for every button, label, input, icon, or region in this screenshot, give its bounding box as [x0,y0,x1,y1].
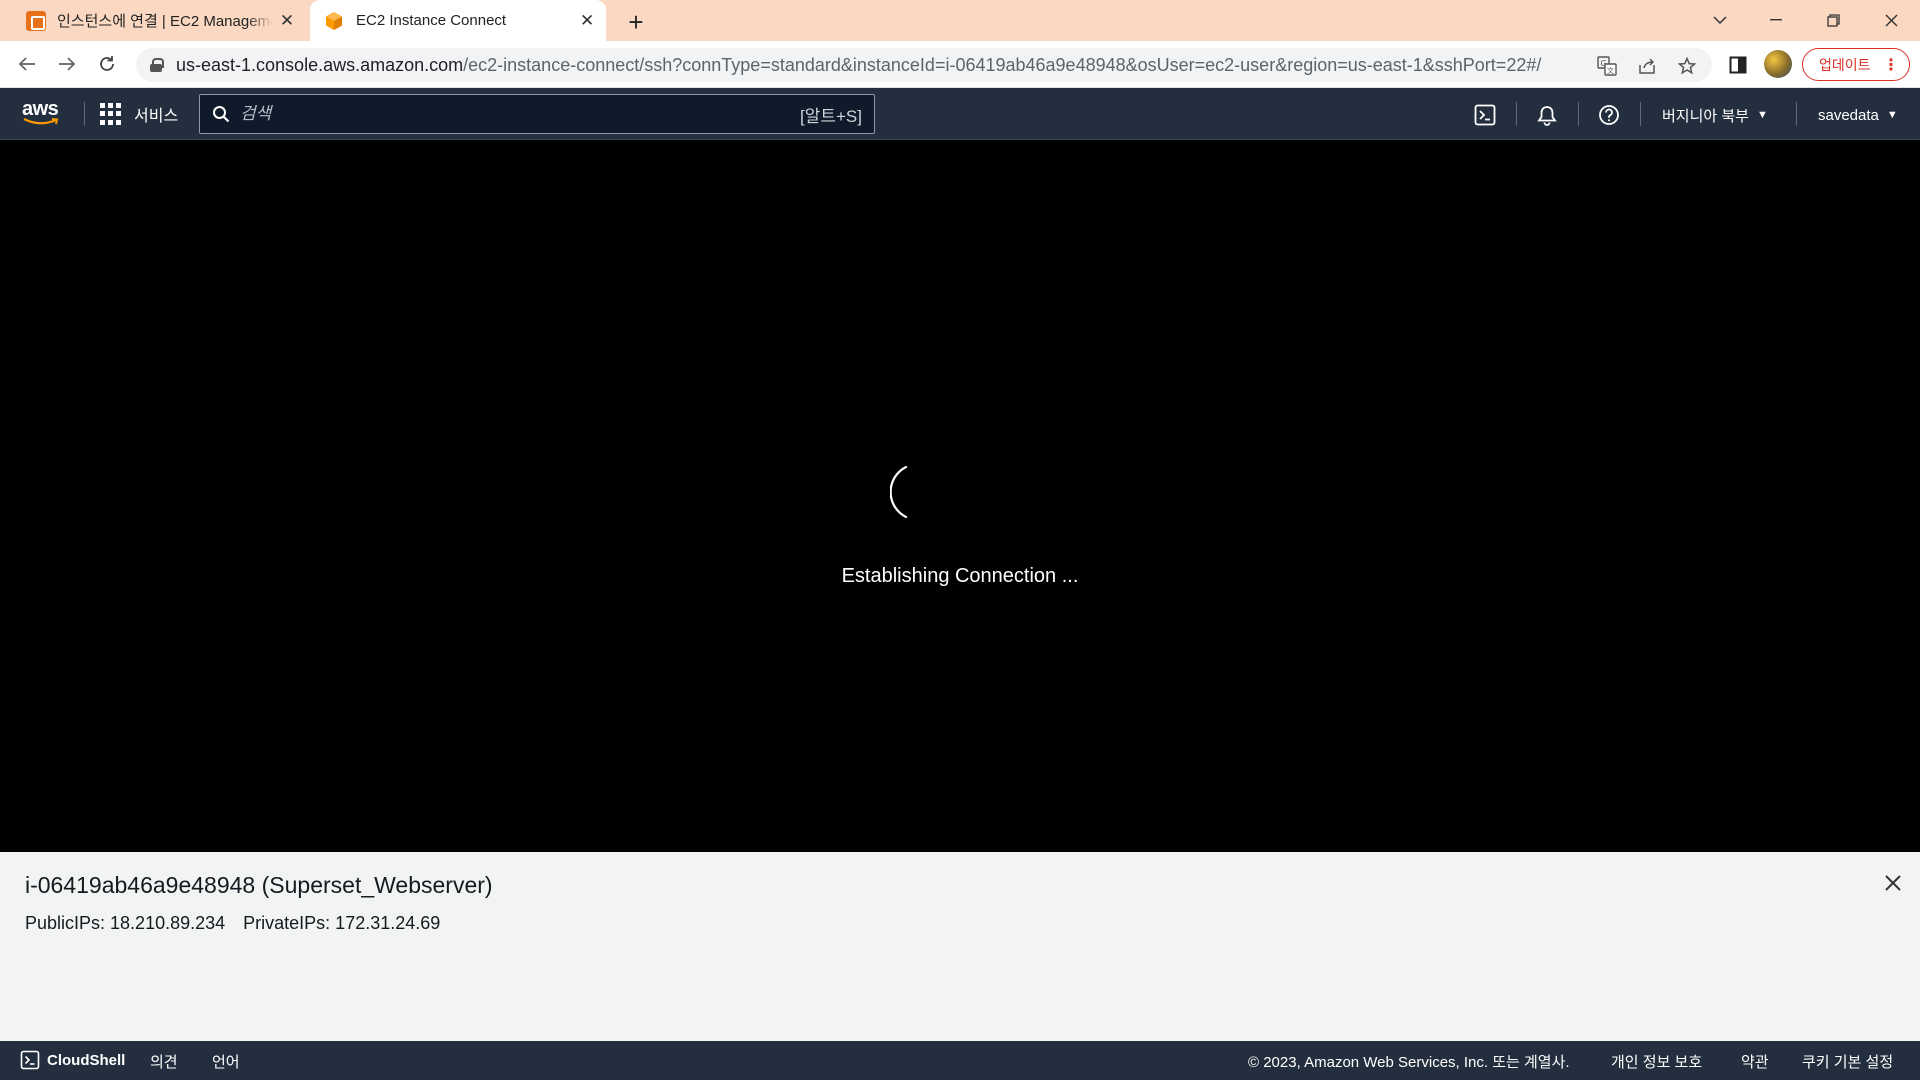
connection-status-text: Establishing Connection ... [841,565,1079,587]
search-input[interactable] [240,104,780,124]
notifications-bell-icon[interactable] [1534,102,1560,128]
side-panel-icon[interactable] [1725,52,1751,78]
cookie-preferences-link[interactable]: 쿠키 기본 설정 [1802,1051,1893,1072]
app-grid-icon [100,103,122,125]
caret-down-icon: ▼ [1886,109,1898,121]
ec2-favicon-icon [26,10,46,31]
help-icon[interactable] [1596,102,1622,128]
browser-tab-strip: 인스턴스에 연결 | EC2 Management Console ✕ EC2 … [0,0,1920,41]
caret-down-icon: ▼ [1756,109,1768,121]
private-ips: PrivateIPs: 172.31.24.69 [243,913,441,933]
url-text: us-east-1.console.aws.amazon.com/ec2-ins… [176,54,1542,75]
cloudshell-icon[interactable] [1472,102,1498,128]
services-menu[interactable]: 서비스 [100,100,178,128]
copyright-text: © 2023, Amazon Web Services, Inc. 또는 계열사… [1248,1054,1570,1071]
header-divider [1578,102,1579,126]
instance-ip-row: PublicIPs: 18.210.89.234 PrivateIPs: 172… [25,913,440,934]
browser-toolbar: us-east-1.console.aws.amazon.com/ec2-ins… [0,41,1920,88]
region-selector[interactable]: 버지니아 북부 ▼ [1662,102,1768,128]
account-menu[interactable]: savedata ▼ [1818,102,1898,128]
browser-tab-instance-connect[interactable]: EC2 Instance Connect ✕ [310,0,606,41]
loading-spinner-icon [890,465,908,519]
header-divider [1516,102,1517,126]
share-icon[interactable] [1636,55,1658,77]
aws-console-header: aws 서비스 [알트+S] 버지니아 북부 ▼ savedata [0,88,1920,140]
close-tab-icon[interactable]: ✕ [576,10,598,32]
cube-favicon-icon [326,11,342,30]
aws-smile-icon [23,118,59,125]
aws-logo[interactable]: aws [22,98,64,128]
svg-text:文: 文 [1607,66,1614,75]
privacy-link[interactable]: 개인 정보 보호 [1611,1051,1702,1072]
terminal-area[interactable]: Establishing Connection ... [0,141,1920,852]
cloudshell-button[interactable]: CloudShell [20,1050,125,1070]
kebab-menu-icon: ⋮ [1883,56,1899,74]
address-bar[interactable]: us-east-1.console.aws.amazon.com/ec2-ins… [136,48,1712,82]
instance-title: i-06419ab46a9e48948 (Superset_Webserver) [25,872,493,898]
language-link[interactable]: 언어 [212,1051,240,1072]
reload-icon[interactable] [92,49,122,79]
bookmark-star-icon[interactable] [1676,55,1698,77]
close-panel-icon[interactable] [1880,870,1906,896]
profile-avatar[interactable] [1764,50,1792,78]
tab-title: EC2 Instance Connect [356,12,507,29]
update-button[interactable]: 업데이트 ⋮ [1802,48,1910,81]
feedback-link[interactable]: 의견 [150,1051,178,1072]
header-divider [1796,102,1797,126]
public-ips: PublicIPs: 18.210.89.234 [25,913,226,933]
new-tab-plus-icon[interactable]: + [622,7,650,37]
cloudshell-icon [20,1050,40,1070]
minimize-icon[interactable] [1756,6,1796,34]
header-divider [84,102,85,126]
search-icon [213,106,230,123]
search-shortcut-hint: [알트+S] [800,106,862,126]
back-arrow-icon[interactable] [12,49,42,79]
translate-icon[interactable]: G文 [1596,55,1618,77]
aws-footer: CloudShell 의견 언어 © 2023, Amazon Web Serv… [0,1041,1920,1080]
browser-tab-ec2-management[interactable]: 인스턴스에 연결 | EC2 Management Console ✕ [14,0,306,41]
terms-link[interactable]: 약관 [1741,1051,1769,1072]
lock-icon[interactable] [150,58,164,72]
close-window-icon[interactable] [1871,6,1911,34]
forward-arrow-icon[interactable] [52,49,82,79]
console-search[interactable]: [알트+S] [199,94,875,134]
header-divider [1640,102,1641,126]
restore-icon[interactable] [1813,6,1853,34]
close-tab-icon[interactable]: ✕ [276,10,298,32]
instance-info-panel: i-06419ab46a9e48948 (Superset_Webserver)… [0,852,1920,1041]
tab-search-chevron-icon[interactable] [1700,6,1740,34]
tab-title: 인스턴스에 연결 | EC2 Management Console [57,13,273,30]
